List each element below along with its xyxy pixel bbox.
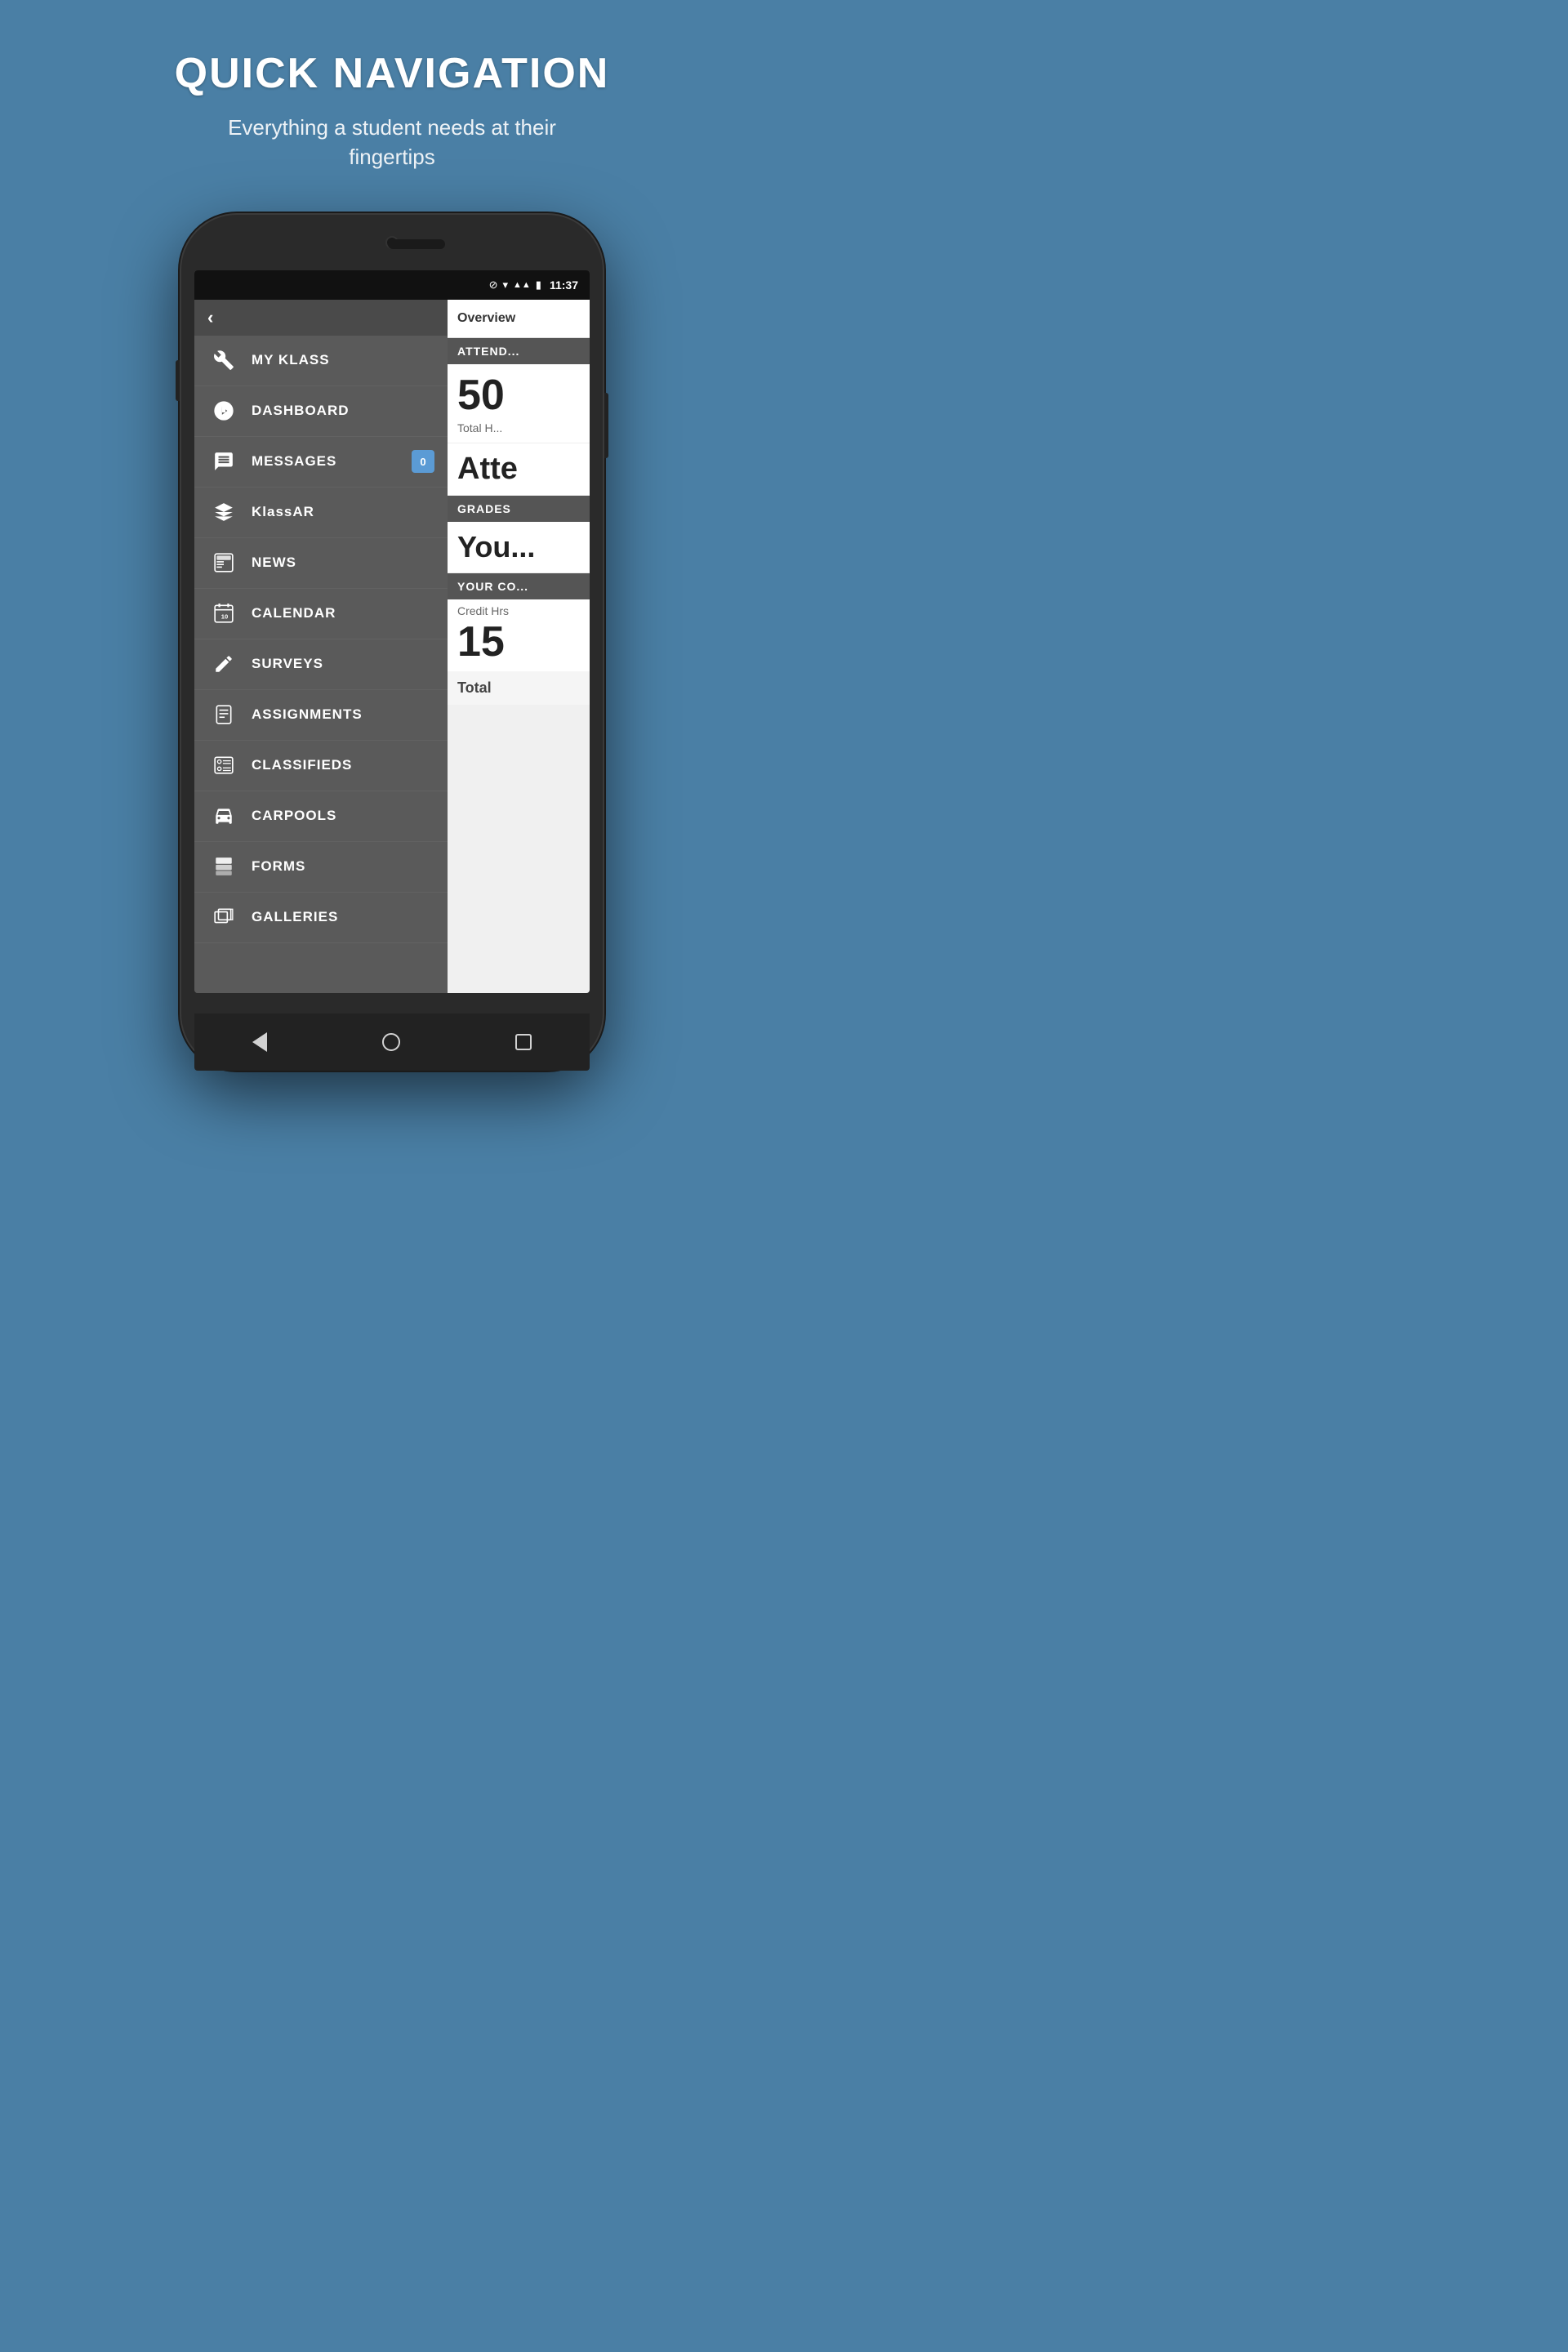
- nav-item-dashboard[interactable]: DASHBOARD: [194, 386, 448, 437]
- nav-label-classifieds: CLASSIFIEDS: [252, 757, 352, 773]
- nav-label-messages: MESSAGES: [252, 453, 336, 470]
- phone-body: ⊘ ▾ ▲▲ ▮ 11:37 ‹: [180, 213, 604, 1071]
- nav-item-klassar[interactable]: KlassAR: [194, 488, 448, 538]
- recents-button[interactable]: [515, 1034, 532, 1050]
- nav-item-carpools[interactable]: CARPOOLS: [194, 791, 448, 842]
- surveys-icon: [209, 649, 238, 679]
- nav-label-carpools: CARPOOLS: [252, 808, 336, 824]
- phone-screen: ⊘ ▾ ▲▲ ▮ 11:37 ‹: [194, 270, 590, 993]
- credit-number: 15: [448, 619, 590, 671]
- nav-item-surveys[interactable]: SURVEYS: [194, 639, 448, 690]
- overview-header: Overview: [448, 300, 590, 338]
- overview-panel: Overview ATTEND... 50 Total H... Atte GR…: [448, 300, 590, 993]
- attendance-sub-label: Total H...: [448, 420, 590, 443]
- carpools-icon: [209, 801, 238, 831]
- nav-label-news: NEWS: [252, 555, 296, 571]
- galleries-icon: [209, 902, 238, 932]
- attendance-section-header: ATTEND...: [448, 338, 590, 364]
- dashboard-icon: [209, 396, 238, 425]
- news-icon: [209, 548, 238, 577]
- phone-speaker: [388, 239, 445, 249]
- nav-label-forms: FORMS: [252, 858, 305, 875]
- nav-item-messages[interactable]: MESSAGES 0: [194, 437, 448, 488]
- signal-icon: ▲▲: [513, 280, 531, 290]
- messages-badge: 0: [412, 450, 434, 473]
- volume-button: [176, 360, 180, 401]
- home-button[interactable]: [382, 1033, 400, 1051]
- nav-label-surveys: SURVEYS: [252, 656, 323, 672]
- nav-label-assignments: ASSIGNMENTS: [252, 706, 363, 723]
- nav-label-my-klass: MY KLASS: [252, 352, 330, 368]
- battery-icon: ▮: [536, 278, 541, 292]
- my-klass-icon: [209, 345, 238, 375]
- credit-label: Credit Hrs: [448, 599, 590, 619]
- app-content: ‹ MY KLASS DASH: [194, 300, 590, 993]
- svg-text:10: 10: [221, 613, 228, 621]
- status-time: 11:37: [550, 278, 578, 292]
- assignments-icon: [209, 700, 238, 729]
- nav-item-news[interactable]: NEWS: [194, 538, 448, 589]
- back-chevron-icon[interactable]: ‹: [207, 307, 213, 328]
- classifieds-icon: [209, 751, 238, 780]
- grades-section-header: GRADES: [448, 496, 590, 522]
- nav-label-galleries: GALLERIES: [252, 909, 338, 925]
- back-button[interactable]: [252, 1032, 267, 1052]
- nav-item-assignments[interactable]: ASSIGNMENTS: [194, 690, 448, 741]
- wifi-icon: ▾: [502, 278, 508, 292]
- nav-item-classifieds[interactable]: CLASSIFIEDS: [194, 741, 448, 791]
- power-button: [604, 393, 608, 458]
- page-subtitle: Everything a student needs at their fing…: [188, 113, 596, 172]
- phone-nav-bar: [194, 1013, 590, 1071]
- attendance-partial: Atte: [448, 443, 590, 496]
- page-title: QUICK NAVIGATION: [175, 49, 610, 98]
- nav-item-calendar[interactable]: 10 CALENDAR: [194, 589, 448, 639]
- nav-item-my-klass[interactable]: MY KLASS: [194, 336, 448, 386]
- your-courses-section-header: YOUR CO...: [448, 573, 590, 599]
- total-label: Total: [448, 671, 590, 705]
- do-not-disturb-icon: ⊘: [489, 278, 498, 292]
- nav-item-forms[interactable]: FORMS: [194, 842, 448, 893]
- klassar-icon: [209, 497, 238, 527]
- status-bar: ⊘ ▾ ▲▲ ▮ 11:37: [194, 270, 590, 300]
- attendance-number: 50: [448, 364, 590, 420]
- phone-mockup: ⊘ ▾ ▲▲ ▮ 11:37 ‹: [180, 213, 604, 1071]
- back-bar[interactable]: ‹: [194, 300, 448, 336]
- nav-label-dashboard: DASHBOARD: [252, 403, 350, 419]
- messages-icon: [209, 447, 238, 476]
- status-icons: ⊘ ▾ ▲▲ ▮ 11:37: [489, 278, 578, 292]
- forms-icon: [209, 852, 238, 881]
- nav-item-galleries[interactable]: GALLERIES: [194, 893, 448, 943]
- calendar-icon: 10: [209, 599, 238, 628]
- grades-value: You...: [448, 522, 590, 573]
- nav-label-klassar: KlassAR: [252, 504, 314, 520]
- nav-drawer: ‹ MY KLASS DASH: [194, 300, 448, 993]
- nav-label-calendar: CALENDAR: [252, 605, 336, 621]
